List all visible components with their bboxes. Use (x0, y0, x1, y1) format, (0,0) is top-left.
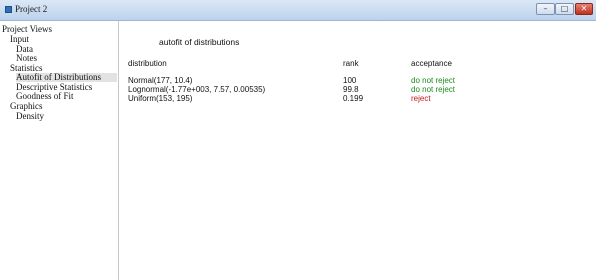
close-button[interactable]: ✕ (575, 3, 593, 15)
row-rank: 0.199 (343, 94, 364, 103)
header-rank: rank (343, 59, 359, 68)
row-acceptance: reject (411, 94, 431, 103)
window-title: Project 2 (15, 4, 48, 14)
tree-root-project-views[interactable]: Project Views (2, 25, 52, 34)
row-acceptance: do not reject (411, 76, 456, 85)
report-title: autofit of distributions (159, 37, 240, 47)
project-views-tree: Project Views Input Data Notes Statistic… (0, 21, 119, 280)
app-icon (5, 6, 12, 13)
row-rank: 99.8 (343, 85, 359, 94)
row-rank: 100 (343, 76, 357, 85)
tree-item-input[interactable]: Input (10, 35, 29, 44)
maximize-button[interactable]: □ (555, 3, 574, 15)
tree-item-density[interactable]: Density (16, 112, 44, 121)
title-bar: Project 2 – □ ✕ (0, 0, 596, 21)
header-acceptance: acceptance (411, 59, 452, 68)
tree-item-goodness-of-fit[interactable]: Goodness of Fit (16, 92, 74, 101)
row-distribution: Normal(177, 10.4) (128, 76, 193, 85)
row-acceptance: do not reject (411, 85, 456, 94)
tree-item-autofit[interactable]: Autofit of Distributions (16, 73, 117, 82)
app-window: Project 2 – □ ✕ Project Views Input Data… (0, 0, 596, 280)
minimize-button[interactable]: – (536, 3, 555, 15)
header-distribution: distribution (128, 59, 167, 68)
tree-item-graphics[interactable]: Graphics (10, 102, 43, 111)
tree-item-notes[interactable]: Notes (16, 54, 37, 63)
row-distribution: Uniform(153, 195) (128, 94, 193, 103)
row-distribution: Lognormal(-1.77e+003, 7.57, 0.00535) (128, 85, 266, 94)
report-pane: autofit of distributions distribution ra… (119, 21, 596, 280)
